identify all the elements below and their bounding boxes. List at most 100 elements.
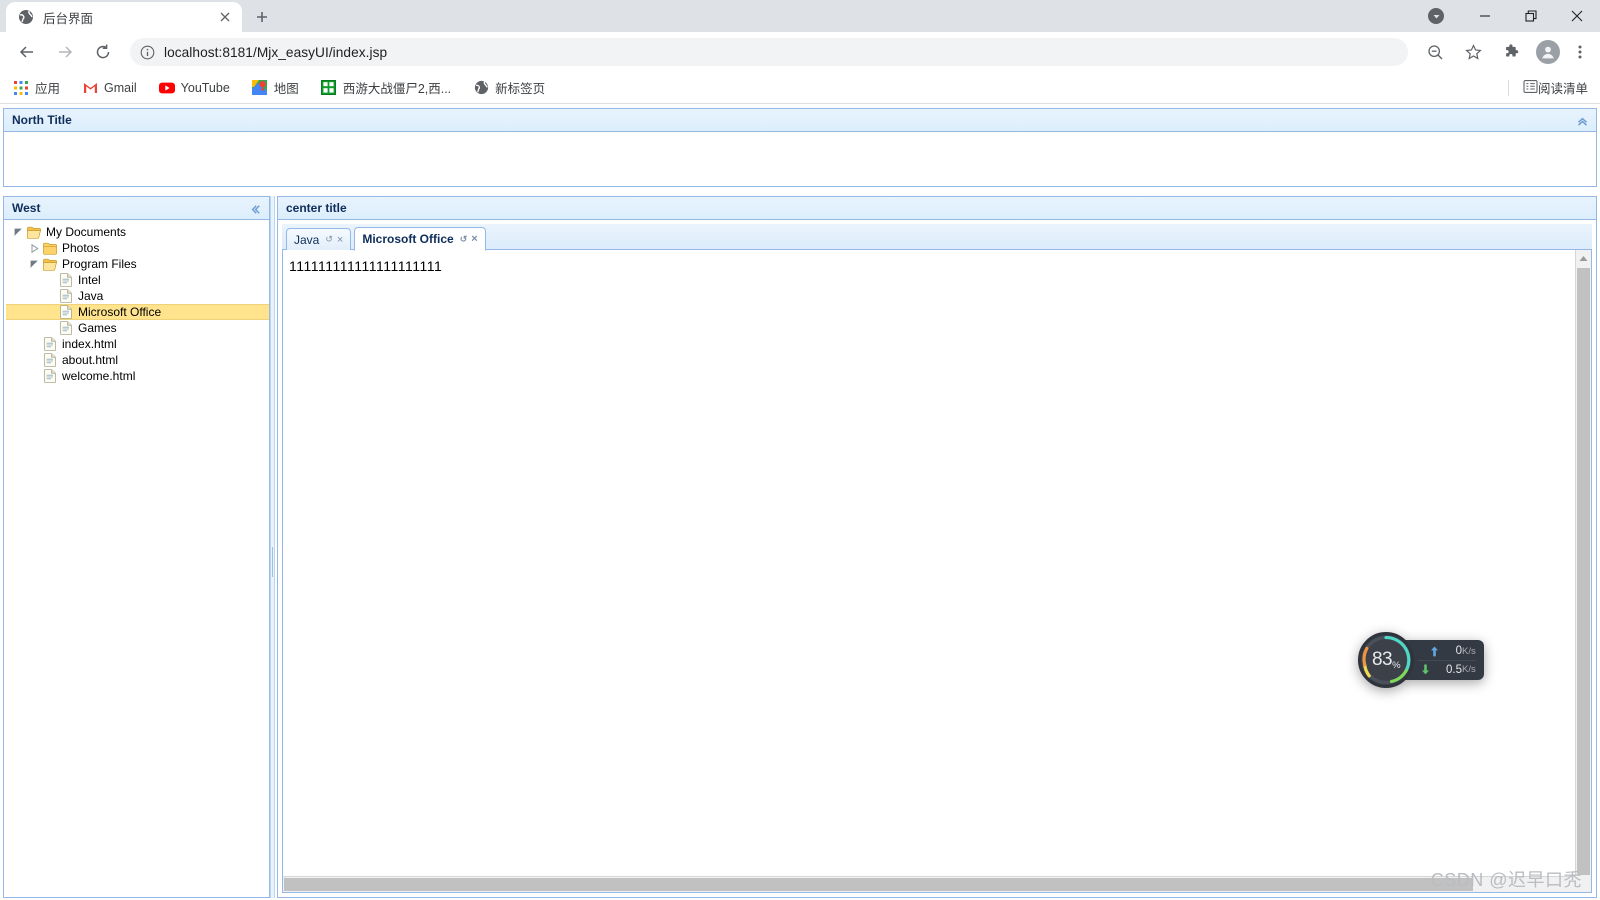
- cpu-usage-value: 83%: [1371, 649, 1401, 671]
- forward-button[interactable]: [51, 38, 79, 66]
- gmail-icon: [82, 80, 98, 96]
- tree-node-spacer: [26, 368, 42, 384]
- network-speed-widget[interactable]: 83% 0 K/s 0.5 K/s: [1358, 632, 1484, 688]
- browser-window: 后台界面 localhost:8181/Mjx_easyUI/index.jsp…: [0, 0, 1600, 900]
- expand-triangle-icon[interactable]: [26, 240, 42, 256]
- collapse-triangle-icon[interactable]: [10, 224, 26, 240]
- browser-tab[interactable]: 后台界面: [6, 2, 242, 32]
- tree-node[interactable]: Games: [6, 320, 269, 336]
- center-panel-body: Java ↺ × Microsoft Office ↺ × 111111111111111…: [277, 220, 1597, 898]
- tree-node[interactable]: Microsoft Office: [6, 304, 269, 320]
- apps-grid-icon: [13, 80, 29, 96]
- tree-node[interactable]: My Documents: [6, 224, 269, 240]
- tree-node-label: Java: [78, 289, 104, 303]
- vertical-scrollbar[interactable]: [1575, 250, 1591, 876]
- download-speed-row: 0.5 K/s: [1418, 660, 1476, 678]
- north-panel-body: [3, 132, 1597, 187]
- upload-speed-row: 0 K/s: [1418, 642, 1476, 660]
- tree-node-spacer: [42, 304, 58, 320]
- zoom-out-icon[interactable]: [1421, 38, 1449, 66]
- north-region: North Title: [3, 108, 1597, 188]
- reading-list-button[interactable]: 阅读清单: [1507, 78, 1588, 97]
- content-tab-label: Microsoft Office: [362, 232, 454, 246]
- toolbar-actions: [1416, 38, 1592, 66]
- chevron-double-up-icon[interactable]: [1574, 113, 1590, 129]
- content-tab[interactable]: Microsoft Office ↺ ×: [354, 227, 486, 251]
- back-button[interactable]: [13, 38, 41, 66]
- content-tab[interactable]: Java ↺ ×: [286, 228, 352, 250]
- tree-node[interactable]: Photos: [6, 240, 269, 256]
- game-site-icon: [321, 80, 337, 96]
- tab-close-icon[interactable]: ×: [337, 234, 343, 246]
- file-icon: [42, 352, 58, 368]
- bookmark-new-tab-page[interactable]: 新标签页: [470, 76, 548, 100]
- tab-refresh-icon[interactable]: ↺: [325, 234, 333, 245]
- tree-node[interactable]: welcome.html: [6, 368, 269, 384]
- tree-node-label: Photos: [62, 241, 100, 255]
- folder-open-icon: [42, 256, 58, 272]
- browser-tabstrip: 后台界面: [0, 0, 276, 32]
- horizontal-scrollbar[interactable]: [283, 876, 1575, 892]
- bookmark-apps[interactable]: 应用: [10, 76, 63, 100]
- address-bar[interactable]: localhost:8181/Mjx_easyUI/index.jsp: [130, 38, 1408, 66]
- chevron-double-left-icon[interactable]: [247, 201, 263, 217]
- west-region: West My Documents Photos Program Files Inte…: [3, 196, 270, 898]
- bookmark-gmail[interactable]: Gmail: [79, 76, 140, 100]
- collapse-triangle-icon[interactable]: [26, 256, 42, 272]
- tree-node[interactable]: Program Files: [6, 256, 269, 272]
- file-icon: [58, 304, 74, 320]
- west-panel-title: West: [12, 201, 41, 215]
- tree-node-label: welcome.html: [62, 369, 136, 383]
- scroll-up-arrow-icon[interactable]: [1576, 250, 1591, 267]
- tree-node-spacer: [26, 336, 42, 352]
- globe-icon: [473, 80, 489, 96]
- new-tab-button[interactable]: [248, 3, 276, 31]
- bookmark-label: 西游大战僵尸2,西...: [342, 82, 452, 96]
- tab-refresh-icon[interactable]: ↺: [460, 234, 468, 245]
- upload-speed-unit: K/s: [1462, 645, 1476, 657]
- tab-content-text: 111111111111111111111: [289, 258, 443, 274]
- cpu-usage-gauge[interactable]: 83%: [1358, 632, 1414, 688]
- bookmarks-bar: 应用 Gmail YouTube 地图 西游大战僵尸2,西... 新标签页 阅读…: [0, 72, 1600, 104]
- bookmark-youtube[interactable]: YouTube: [156, 76, 233, 100]
- reading-list-icon: [1523, 79, 1538, 97]
- file-tree[interactable]: My Documents Photos Program Files Intel Java…: [6, 224, 269, 384]
- info-circle-icon[interactable]: [140, 45, 155, 60]
- bookmark-game-site[interactable]: 西游大战僵尸2,西...: [318, 76, 454, 100]
- bookmark-label: 应用: [35, 82, 61, 96]
- file-icon: [42, 368, 58, 384]
- close-window-button[interactable]: [1554, 0, 1600, 32]
- bookmark-maps[interactable]: 地图: [249, 76, 302, 100]
- minimize-button[interactable]: [1462, 0, 1508, 32]
- tree-node-spacer: [26, 352, 42, 368]
- vertical-scrollbar-thumb[interactable]: [1577, 268, 1590, 875]
- browser-titlebar: 后台界面: [0, 0, 1600, 32]
- bookmark-star-icon[interactable]: [1459, 38, 1487, 66]
- tree-node[interactable]: index.html: [6, 336, 269, 352]
- tree-node[interactable]: Java: [6, 288, 269, 304]
- close-icon[interactable]: [216, 8, 234, 26]
- tabs-header[interactable]: Java ↺ × Microsoft Office ↺ ×: [282, 224, 1592, 251]
- file-icon: [42, 336, 58, 352]
- maximize-restore-button[interactable]: [1508, 0, 1554, 32]
- profile-avatar-icon[interactable]: [1536, 40, 1560, 64]
- bookmark-label: YouTube: [180, 80, 230, 95]
- west-center-splitter[interactable]: [270, 196, 275, 898]
- address-bar-url: localhost:8181/Mjx_easyUI/index.jsp: [164, 44, 388, 60]
- download-speed-value: 0.5: [1446, 663, 1462, 676]
- update-available-icon[interactable]: [1428, 8, 1444, 24]
- browser-tab-title: 后台界面: [43, 11, 94, 26]
- extensions-puzzle-icon[interactable]: [1497, 38, 1525, 66]
- tree-node-spacer: [42, 272, 58, 288]
- tree-node[interactable]: about.html: [6, 352, 269, 368]
- tree-node[interactable]: Intel: [6, 272, 269, 288]
- chrome-menu-icon[interactable]: [1568, 38, 1592, 66]
- tree-node-spacer: [42, 320, 58, 336]
- tab-close-icon[interactable]: ×: [471, 233, 477, 245]
- file-icon: [58, 288, 74, 304]
- reload-button[interactable]: [89, 38, 117, 66]
- tree-node-label: index.html: [62, 337, 117, 351]
- horizontal-scrollbar-thumb[interactable]: [284, 878, 1473, 891]
- bookmark-label: Gmail: [104, 80, 137, 95]
- tree-node-spacer: [42, 288, 58, 304]
